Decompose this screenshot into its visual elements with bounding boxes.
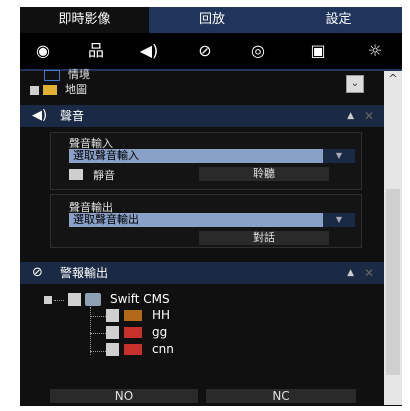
collapse-icon[interactable] [44,296,52,304]
tree-item-map[interactable]: 地圖 [30,81,190,96]
alarm-icon[interactable]: ⊘ [190,33,220,69]
tree-checkbox[interactable] [106,343,119,356]
audio-output-value: 選取聲音輸出 [73,213,139,226]
eye-icon[interactable]: ◉ [28,33,58,69]
talk-button[interactable]: 對話 [199,231,329,245]
audio-output-select[interactable]: 選取聲音輸出 ▼ [69,213,355,227]
audio-input-value: 選取聲音輸入 [73,149,139,162]
offline-camera-icon [124,344,142,355]
alarm-section-header[interactable]: ⊘ 警報輸出 ▲ ✕ [20,262,384,284]
scroll-up-icon[interactable]: ^ [384,71,402,87]
ip-camera-icon [124,310,142,321]
scrollbar-thumb[interactable] [386,189,400,375]
tree-item-label: 情境 [68,68,90,81]
no-button[interactable]: NO [50,389,198,403]
audio-input-select[interactable]: 選取聲音輸入 ▼ [69,149,355,163]
tree-device-hh[interactable]: HH [106,308,226,324]
collapse-icon[interactable]: ▲ [347,262,354,284]
tab-playback[interactable]: 回放 [149,7,275,33]
tree-connector [90,316,106,317]
device-label: HH [152,308,171,322]
tree-device-cnn[interactable]: cnn [106,342,226,358]
tree-root-swift-cms[interactable]: Swift CMS [44,292,244,308]
section-title: 警報輸出 [60,266,109,280]
tree-item-scene[interactable]: 情境 [44,66,184,81]
brightness-icon[interactable]: ☼ [360,33,390,69]
tree-device-gg[interactable]: gg [106,325,226,341]
chevron-down-icon: ▼ [323,213,355,227]
tab-liveview[interactable]: 即時影像 [20,7,149,33]
listen-button[interactable]: 聆聽 [199,167,329,181]
tree-item-label: 地圖 [65,83,87,96]
close-icon[interactable]: ✕ [364,262,374,284]
offline-camera-icon [124,327,142,338]
chevron-down-icon[interactable]: ⌄ [346,75,364,93]
tree-checkbox[interactable] [106,326,119,339]
speaker-icon[interactable]: ◀) [134,33,164,69]
audio-section-header[interactable]: ◀) 聲音 ▲ ✕ [20,105,384,127]
close-icon[interactable]: ✕ [364,105,374,127]
audio-output-group: 聲音輸出 選取聲音輸出 ▼ 對話 [50,194,362,248]
scrollbar[interactable]: ^ [384,71,402,405]
device-label: gg [152,325,168,339]
network-icon[interactable]: 品 [81,33,111,69]
tree-checkbox[interactable] [68,293,81,306]
scene-icon [44,69,60,81]
tree-root-label: Swift CMS [110,292,170,306]
speaker-icon: ◀) [32,108,48,123]
collapse-icon[interactable]: ▲ [347,105,354,127]
tree-connector [90,333,106,334]
tree-connector [90,351,106,352]
map-icon [43,85,57,95]
audio-input-group: 聲音輸入 選取聲音輸入 ▼ 靜音 聆聽 [50,132,362,190]
alarm-icon: ⊘ [32,265,43,280]
liveview-panel: 即時影像 回放 設定 ◉ 品 ◀) ⊘ ◎ ▣ ☼ 情境 地圖 ⌄ ◀) 聲音 … [20,7,402,406]
server-icon [85,293,101,306]
chevron-down-icon: ▼ [323,149,355,163]
tree-connector [90,307,91,355]
mute-label: 靜音 [93,169,115,182]
tab-settings[interactable]: 設定 [275,7,402,33]
camera-icon[interactable]: ◎ [243,33,273,69]
section-title: 聲音 [60,109,85,123]
content-area: 情境 地圖 ⌄ ◀) 聲音 ▲ ✕ 聲音輸入 選取聲音輸入 ▼ 靜音 聆聽 聲音… [20,68,384,405]
device-label: cnn [152,342,174,356]
mute-checkbox[interactable] [69,169,83,180]
tree-checkbox[interactable] [106,309,119,322]
monitor-icon[interactable]: ▣ [303,33,333,69]
nc-button[interactable]: NC [206,389,356,403]
expand-icon[interactable] [30,85,39,95]
tab-bar: 即時影像 回放 設定 [20,7,402,33]
